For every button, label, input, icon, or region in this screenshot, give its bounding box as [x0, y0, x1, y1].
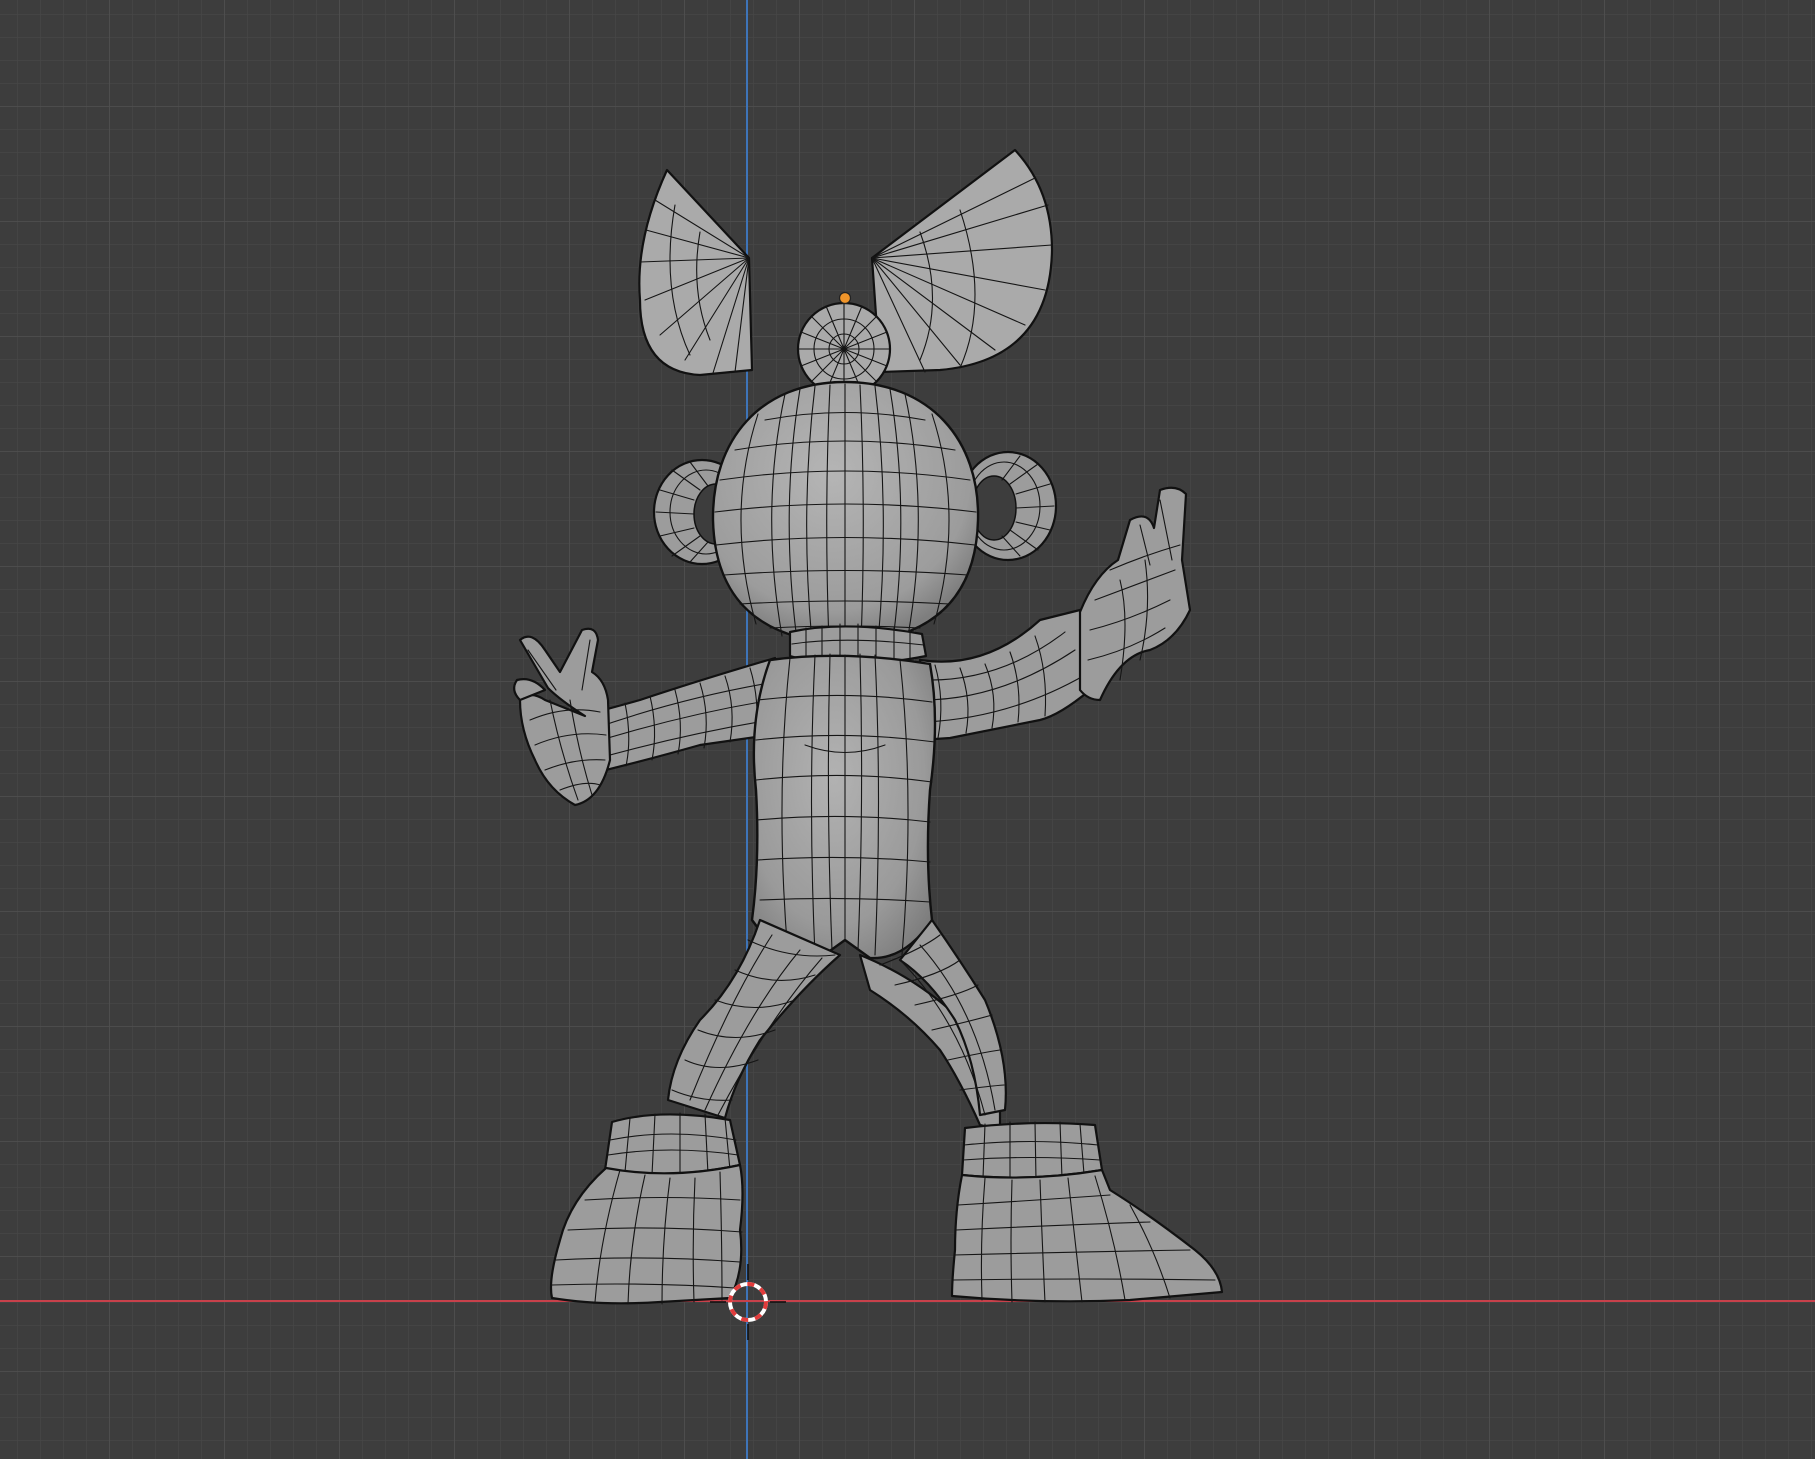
torso	[750, 653, 937, 960]
boot-cuff-left	[603, 1112, 742, 1177]
3d-viewport[interactable]	[0, 0, 1815, 1459]
object-origin-icon[interactable]	[838, 291, 852, 305]
boot-cuff-right	[960, 1121, 1104, 1181]
head	[711, 380, 980, 646]
